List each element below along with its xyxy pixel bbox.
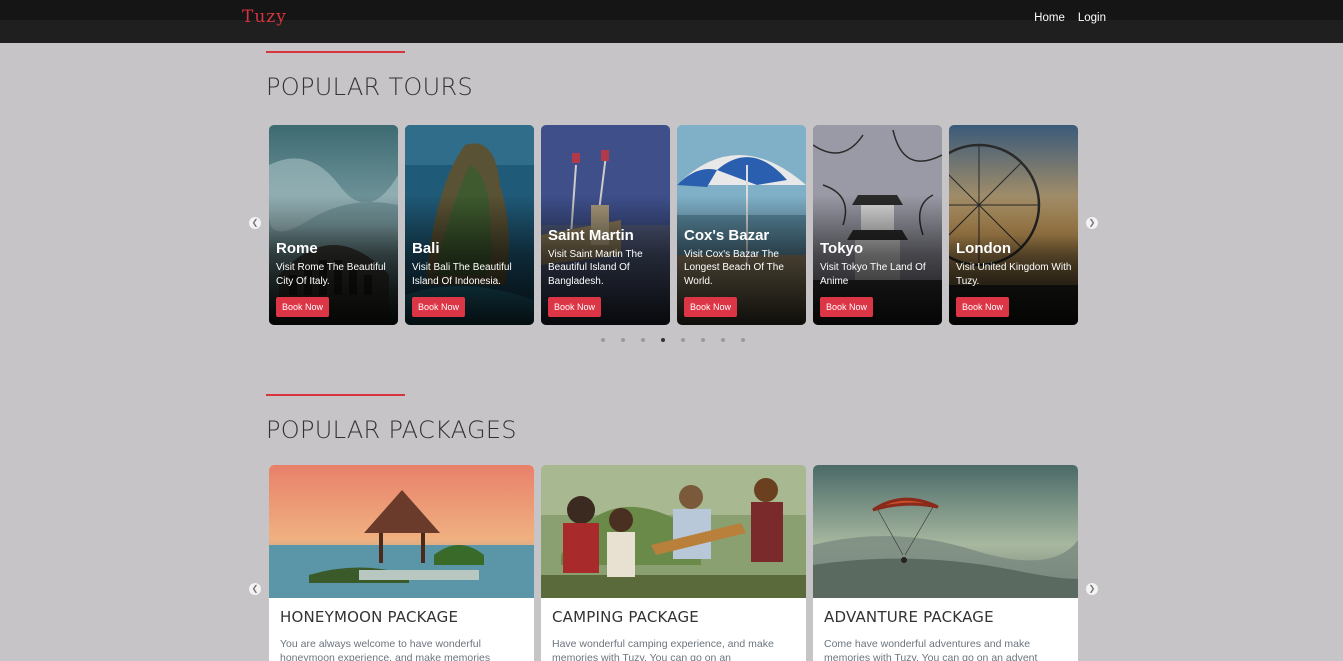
tour-name: London xyxy=(956,240,1011,257)
carousel-dot[interactable] xyxy=(721,338,725,342)
package-title: ADVANTURE PACKAGE xyxy=(824,608,994,626)
package-description: Have wonderful camping experience, and m… xyxy=(552,638,774,661)
carousel-pagination xyxy=(601,338,745,342)
nav-links: Home Login xyxy=(1034,12,1106,24)
tour-card-saint-martin[interactable]: Saint Martin Visit Saint Martin The Beau… xyxy=(541,125,670,325)
tour-card-tokyo[interactable]: Tokyo Visit Tokyo The Land Of Anime Book… xyxy=(813,125,942,325)
tour-name: Rome xyxy=(276,240,318,257)
book-now-button[interactable]: Book Now xyxy=(684,297,738,317)
tour-card-bali[interactable]: Bali Visit Bali The Beautiful Island Of … xyxy=(405,125,534,325)
chevron-right-icon: ❯ xyxy=(1088,218,1096,227)
honeymoon-image xyxy=(269,465,534,598)
packages-carousel: HONEYMOON PACKAGE You are always welcome… xyxy=(269,465,1079,661)
package-card-camping[interactable]: CAMPING PACKAGE Have wonderful camping e… xyxy=(541,465,806,661)
tour-name: Cox's Bazar xyxy=(684,226,770,244)
tours-prev-button[interactable]: ❮ xyxy=(249,217,261,229)
book-now-button[interactable]: Book Now xyxy=(276,297,330,317)
carousel-dot[interactable] xyxy=(701,338,705,342)
chevron-left-icon: ❮ xyxy=(251,584,259,593)
tours-carousel: Rome Visit Rome The Beautiful City Of It… xyxy=(269,125,1079,325)
tour-description: Visit Rome The Beautiful City Of Italy. xyxy=(276,262,386,287)
package-description: You are always welcome to have wonderful… xyxy=(280,638,491,661)
chevron-left-icon: ❮ xyxy=(251,218,259,227)
packages-section-title: POPULAR PACKAGES xyxy=(266,416,517,444)
carousel-dot[interactable] xyxy=(621,338,625,342)
package-card-adventure[interactable]: ADVANTURE PACKAGE Come have wonderful ad… xyxy=(813,465,1078,661)
nav-link-login[interactable]: Login xyxy=(1078,12,1106,24)
book-now-button[interactable]: Book Now xyxy=(820,297,874,317)
carousel-dot[interactable] xyxy=(641,338,645,342)
book-now-button[interactable]: Book Now xyxy=(548,297,602,317)
tour-description: Visit Saint Martin The Beautiful Island … xyxy=(548,248,643,287)
book-now-button[interactable]: Book Now xyxy=(412,297,466,317)
tour-card-rome[interactable]: Rome Visit Rome The Beautiful City Of It… xyxy=(269,125,398,325)
tour-description: Visit Cox's Bazar The Longest Beach Of T… xyxy=(684,248,784,287)
navbar: Tuzy Home Login xyxy=(0,0,1343,43)
package-description: Come have wonderful adventures and make … xyxy=(824,638,1038,661)
carousel-dot[interactable] xyxy=(741,338,745,342)
section-divider xyxy=(266,394,405,396)
section-divider xyxy=(266,51,405,53)
tour-name: Saint Martin xyxy=(548,226,634,244)
camping-image xyxy=(541,465,806,598)
chevron-right-icon: ❯ xyxy=(1088,584,1096,593)
adventure-image xyxy=(813,465,1078,598)
tour-description: Visit Bali The Beautiful Island Of Indon… xyxy=(412,262,512,287)
tour-description: Visit Tokyo The Land Of Anime xyxy=(820,262,926,287)
tour-card-coxs-bazar[interactable]: Cox's Bazar Visit Cox's Bazar The Longes… xyxy=(677,125,806,325)
tour-name: Tokyo xyxy=(820,240,864,257)
package-card-honeymoon[interactable]: HONEYMOON PACKAGE You are always welcome… xyxy=(269,465,534,661)
package-title: HONEYMOON PACKAGE xyxy=(280,608,459,626)
tour-name: Bali xyxy=(412,240,440,257)
carousel-dot[interactable] xyxy=(661,338,665,342)
packages-next-button[interactable]: ❯ xyxy=(1086,583,1098,595)
package-title: CAMPING PACKAGE xyxy=(552,608,699,626)
tours-section-title: POPULAR TOURS xyxy=(266,73,473,101)
tour-card-london[interactable]: London Visit United Kingdom With Tuzy. B… xyxy=(949,125,1078,325)
packages-prev-button[interactable]: ❮ xyxy=(249,583,261,595)
nav-link-home[interactable]: Home xyxy=(1034,12,1065,24)
tours-next-button[interactable]: ❯ xyxy=(1086,217,1098,229)
carousel-dot[interactable] xyxy=(681,338,685,342)
brand-logo[interactable]: Tuzy xyxy=(242,7,287,27)
tour-description: Visit United Kingdom With Tuzy. xyxy=(956,262,1072,287)
carousel-dot[interactable] xyxy=(601,338,605,342)
book-now-button[interactable]: Book Now xyxy=(956,297,1010,317)
